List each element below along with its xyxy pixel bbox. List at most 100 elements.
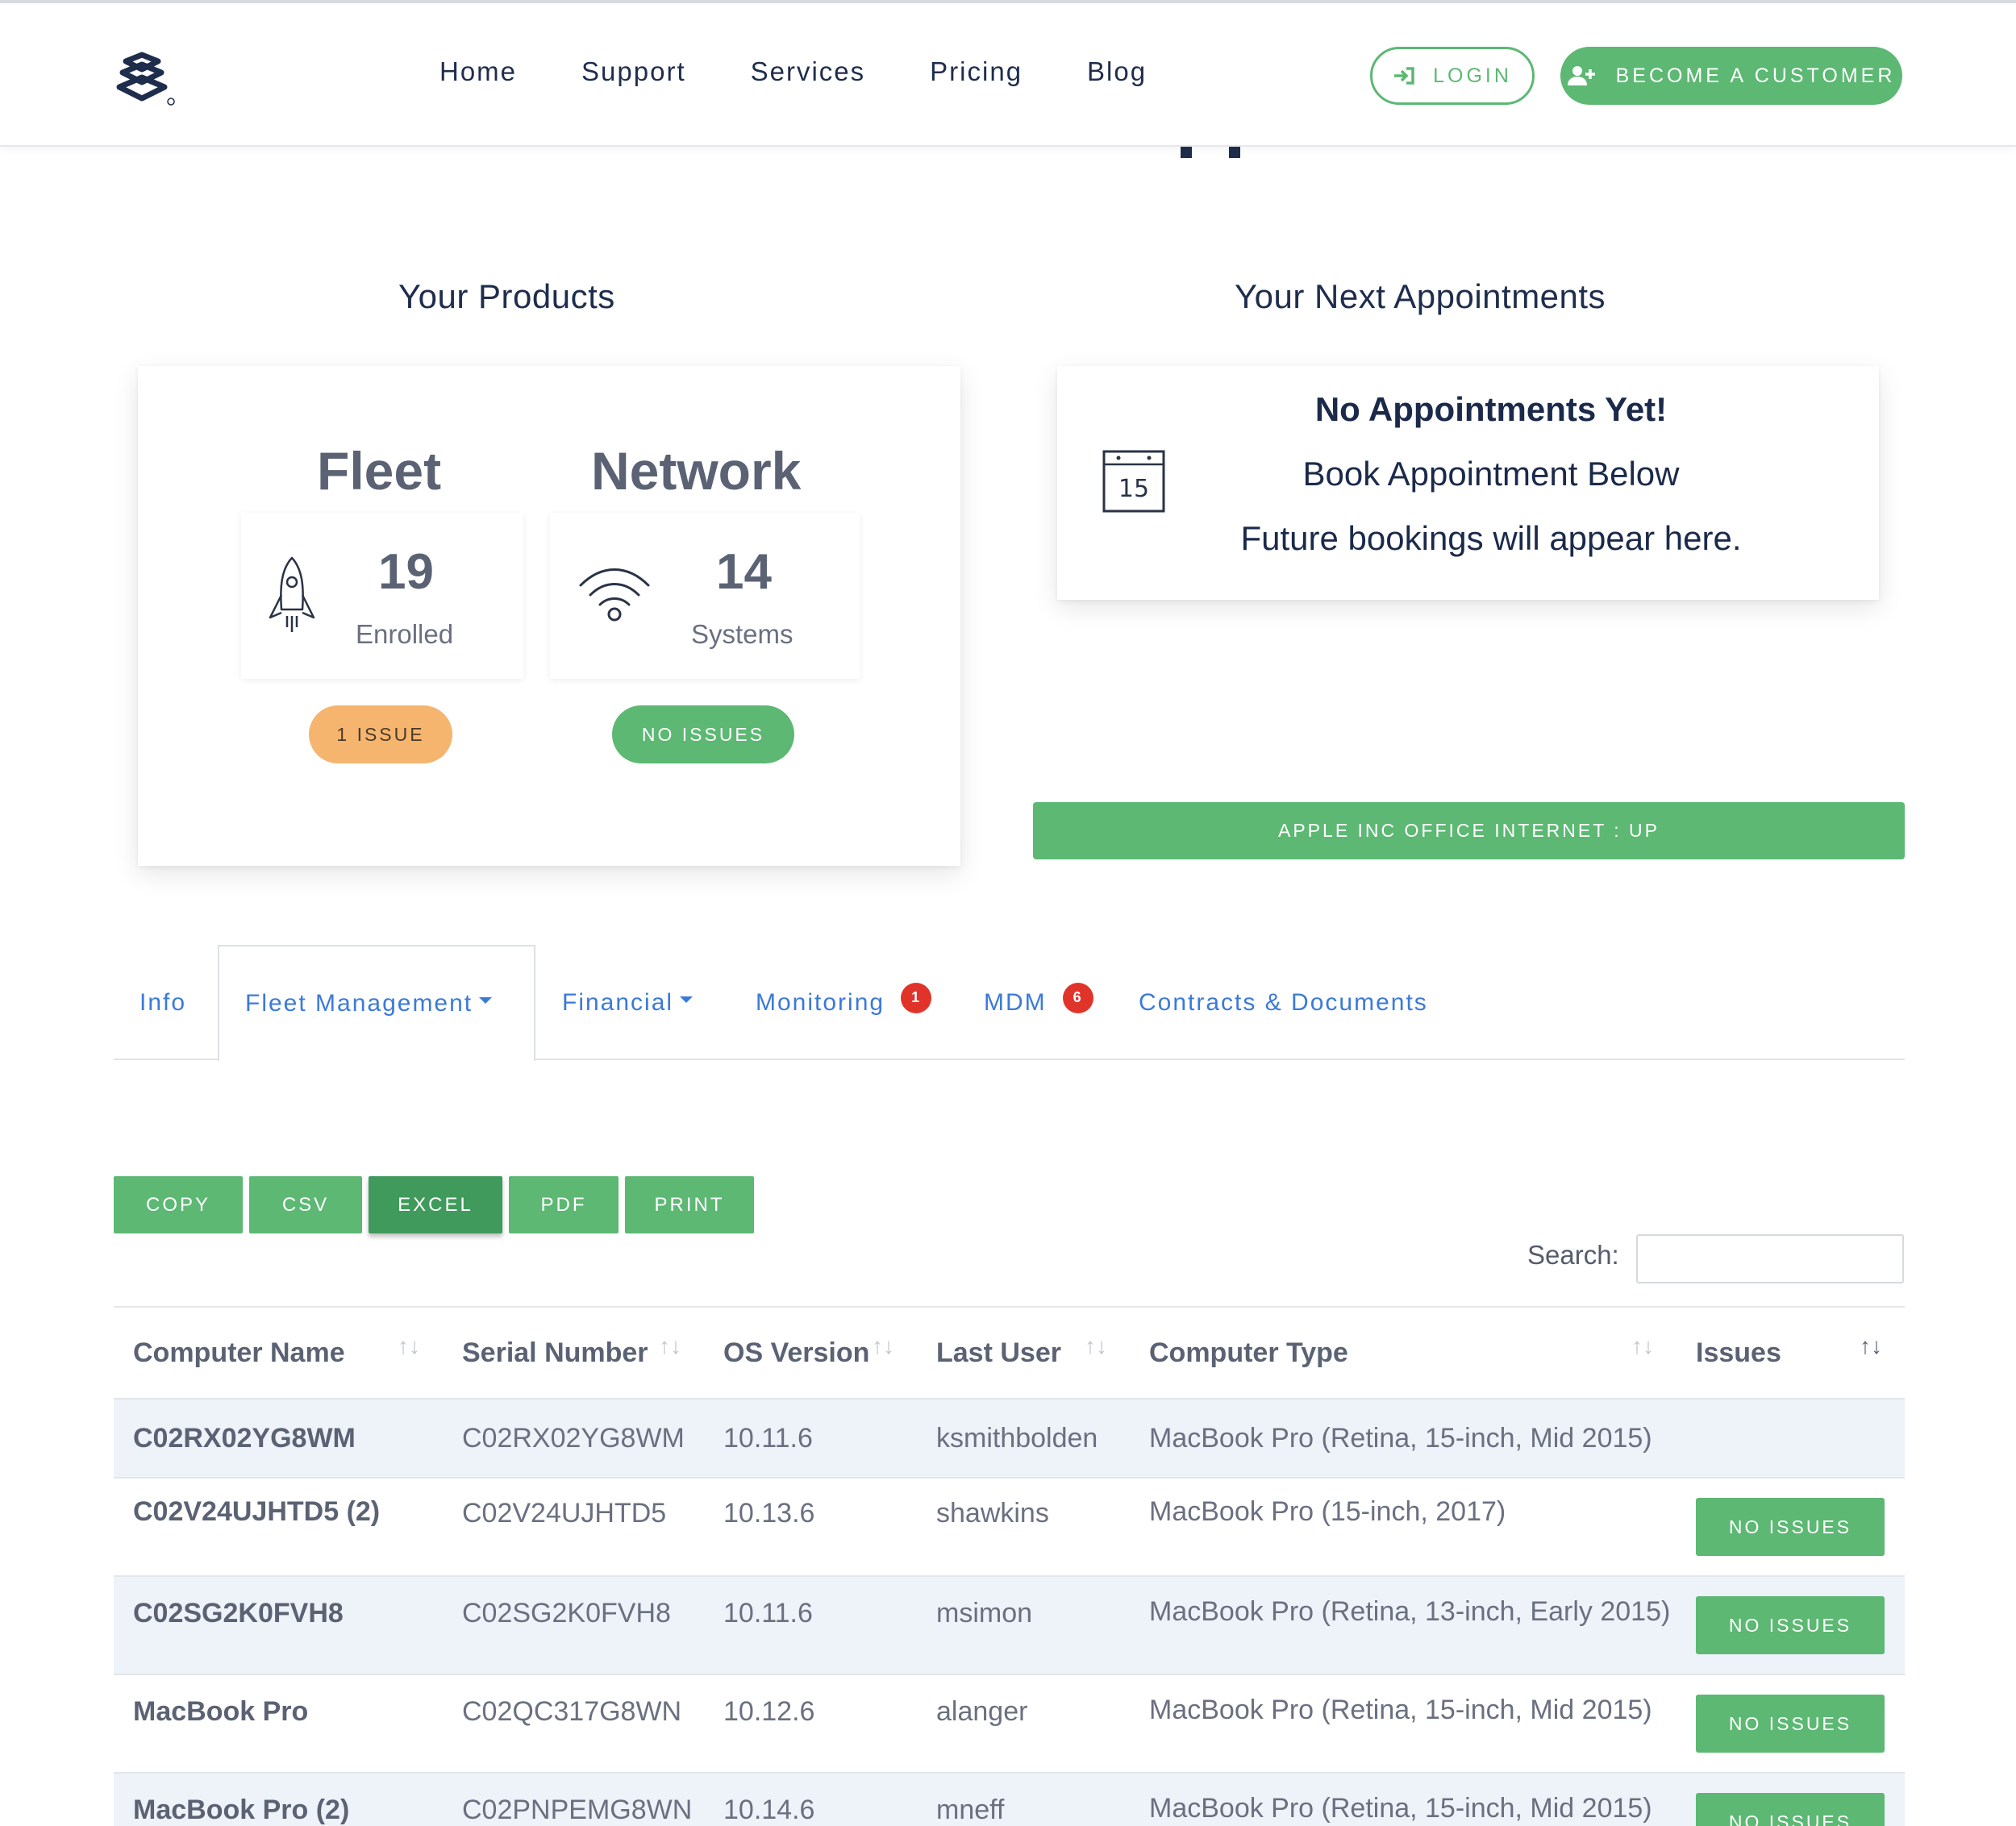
column-header-os-version[interactable]: OS Version ↑↓ [704,1306,917,1399]
issues-cell: NO ISSUES [1677,1674,1905,1773]
nav-services[interactable]: Services [751,56,866,87]
column-header-issues[interactable]: Issues ↑↓ [1677,1306,1905,1399]
computer-name-cell[interactable]: C02V24UJHTD5 (2) [114,1478,443,1576]
nav-home[interactable]: Home [439,56,517,87]
table-row[interactable]: MacBook Pro (2) C02PNPEMG8WN 10.14.6 mne… [114,1773,1905,1826]
computer-type-cell: MacBook Pro (Retina, 15-inch, Mid 2015) [1149,1695,1652,1725]
serial-number-cell: C02RX02YG8WM [462,1422,685,1454]
computers-table: Computer Name ↑↓ Serial Number ↑↓ OS Versi… [114,1306,1905,1826]
column-header-computer-name[interactable]: Computer Name ↑↓ [114,1306,443,1399]
sort-icon: ↑↓ [659,1333,681,1358]
computer-name-cell[interactable]: C02SG2K0FVH8 [114,1576,443,1674]
site-header: Home Support Services Pricing Blog LOGIN… [0,3,2016,147]
sort-icon: ↑↓ [398,1333,420,1358]
tab-bar: Info Fleet Management Financial Monitori… [114,945,1905,1062]
computer-name-cell[interactable]: MacBook Pro [114,1674,443,1773]
login-button[interactable]: LOGIN [1370,47,1535,105]
tab-mdm[interactable]: MDM 6 [984,945,1093,1060]
tab-fleet-management-label: Fleet Management [245,989,473,1017]
sort-icon: ↑↓ [1085,1333,1107,1358]
sort-icon: ↑↓ [872,1333,894,1358]
appointments-card: 15 No Appointments Yet! Book Appointment… [1057,366,1879,600]
last-user-cell: mneff [936,1795,1005,1825]
internet-status-bar[interactable]: APPLE INC OFFICE INTERNET : UP [1033,802,1905,859]
issues-cell: NO ISSUES [1677,1773,1905,1826]
tab-financial[interactable]: Financial [562,945,694,1060]
become-customer-label: BECOME A CUSTOMER [1615,64,1896,87]
table-row[interactable]: MacBook Pro C02QC317G8WN 10.12.6 alanger… [114,1674,1905,1773]
tab-mdm-label: MDM [984,988,1047,1016]
tab-info[interactable]: Info [140,945,186,1060]
network-count: 14 [716,544,772,600]
monitoring-count-badge: 1 [901,982,932,1013]
search-input[interactable] [1636,1234,1904,1283]
serial-number-cell: C02V24UJHTD5 [462,1498,667,1529]
network-status-badge[interactable]: NO ISSUES [612,705,794,763]
tab-contracts-documents[interactable]: Contracts & Documents [1139,945,1428,1060]
hidden-heading-fragment [1229,145,1240,158]
no-issues-badge[interactable]: NO ISSUES [1696,1793,1885,1826]
serial-number-cell: C02QC317G8WN [462,1696,682,1727]
computer-type-cell: MacBook Pro (Retina, 15-inch, Mid 2015) [1149,1422,1652,1454]
computer-name-cell[interactable]: C02RX02YG8WM [114,1399,443,1478]
fleet-count: 19 [378,544,434,600]
issues-cell: NO ISSUES [1677,1478,1905,1576]
wifi-icon [579,568,650,622]
no-issues-badge[interactable]: NO ISSUES [1696,1695,1885,1753]
copy-button[interactable]: COPY [114,1176,243,1233]
excel-button[interactable]: EXCEL [369,1176,502,1233]
appointments-empty-heading: No Appointments Yet! [1314,390,1668,428]
os-version-cell: 10.11.6 [723,1422,813,1454]
tab-fleet-management[interactable]: Fleet Management [218,945,535,1062]
fleet-caption: Enrolled [356,619,454,649]
network-tile[interactable]: 14 Systems [550,513,860,679]
print-button[interactable]: PRINT [625,1176,754,1233]
os-version-cell: 10.13.6 [723,1498,815,1529]
mdm-count-badge: 6 [1062,982,1093,1013]
products-card: Fleet Network 19 Enrolled 14 Systems 1 I… [138,366,960,866]
computer-type-cell: MacBook Pro (Retina, 13-inch, Early 2015… [1149,1596,1671,1627]
network-heading: Network [591,441,802,501]
pdf-button[interactable]: PDF [509,1176,619,1233]
tab-contracts-label: Contracts & Documents [1139,988,1428,1016]
serial-number-cell: C02SG2K0FVH8 [462,1598,671,1628]
table-row[interactable]: C02V24UJHTD5 (2) C02V24UJHTD5 10.13.6 sh… [114,1478,1905,1576]
os-version-cell: 10.11.6 [723,1598,813,1628]
no-issues-badge[interactable]: NO ISSUES [1696,1596,1885,1654]
appointments-line1: Book Appointment Below [1302,455,1680,493]
no-issues-badge[interactable]: NO ISSUES [1696,1498,1885,1556]
issues-cell [1677,1399,1905,1478]
nav-support[interactable]: Support [581,56,686,87]
last-user-cell: msimon [936,1598,1033,1628]
issues-cell: NO ISSUES [1677,1576,1905,1674]
table-row[interactable]: C02RX02YG8WM C02RX02YG8WM 10.11.6 ksmith… [114,1399,1905,1478]
os-version-cell: 10.12.6 [723,1696,815,1727]
rocket-icon [269,556,315,632]
table-header-row: Computer Name ↑↓ Serial Number ↑↓ OS Versi… [114,1306,1905,1399]
nav-pricing[interactable]: Pricing [930,56,1023,87]
appointments-title: Your Next Appointments [1235,277,1606,315]
add-user-icon [1567,66,1595,85]
logo-icon[interactable] [111,50,181,108]
last-user-cell: ksmithbolden [936,1422,1098,1454]
search-label: Search: [1527,1240,1619,1270]
last-user-cell: alanger [936,1696,1028,1727]
fleet-tile[interactable]: 19 Enrolled [241,513,523,679]
column-header-serial-number[interactable]: Serial Number ↑↓ [443,1306,704,1399]
computer-name-cell[interactable]: MacBook Pro (2) [114,1773,443,1826]
table-row[interactable]: C02SG2K0FVH8 C02SG2K0FVH8 10.11.6 msimon… [114,1576,1905,1674]
sign-in-icon [1394,67,1414,85]
tab-financial-label: Financial [562,988,674,1016]
tab-monitoring[interactable]: Monitoring 1 [756,945,932,1060]
column-header-computer-type[interactable]: Computer Type ↑↓ [1130,1306,1677,1399]
nav-blog[interactable]: Blog [1087,56,1147,87]
computer-type-cell: MacBook Pro (Retina, 15-inch, Mid 2015) [1149,1793,1652,1824]
os-version-cell: 10.14.6 [723,1795,815,1825]
fleet-status-badge[interactable]: 1 ISSUE [309,705,452,763]
csv-button[interactable]: CSV [249,1176,362,1233]
products-title: Your Products [398,277,615,315]
become-customer-button[interactable]: BECOME A CUSTOMER [1560,47,1902,105]
tab-info-label: Info [140,988,187,1016]
column-header-last-user[interactable]: Last User ↑↓ [917,1306,1130,1399]
computer-type-cell: MacBook Pro (15-inch, 2017) [1149,1496,1506,1527]
